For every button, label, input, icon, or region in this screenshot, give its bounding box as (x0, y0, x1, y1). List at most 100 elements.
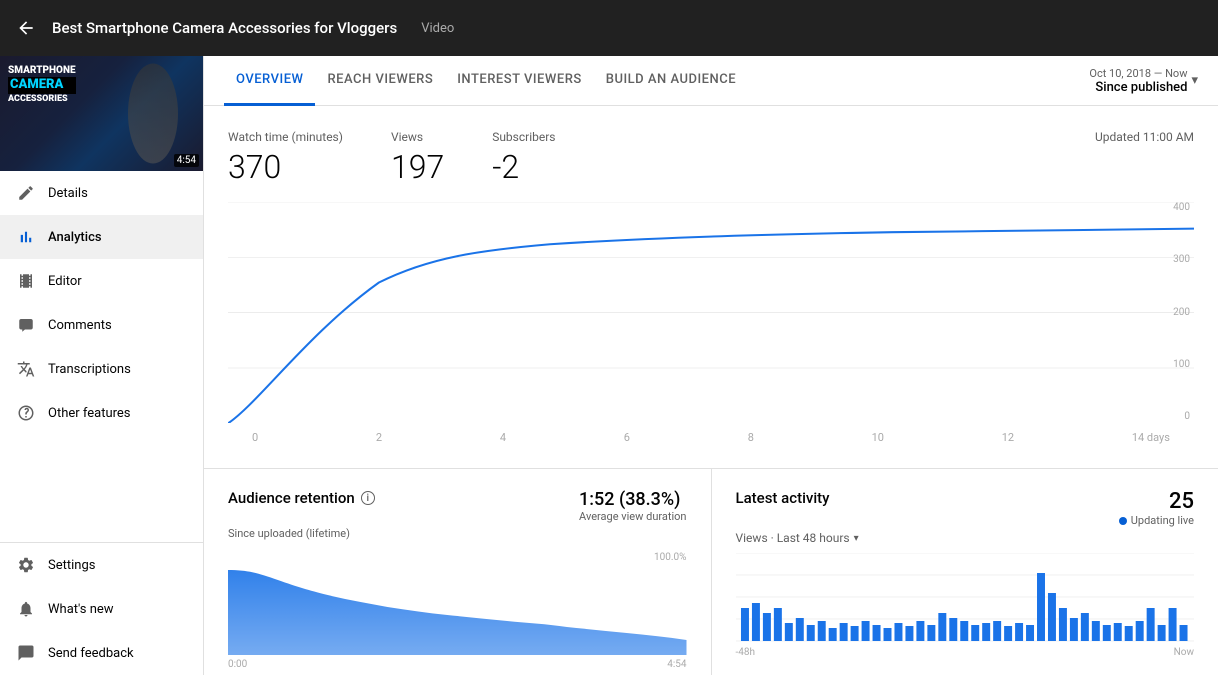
x-label-10: 10 (872, 431, 884, 444)
ret-x-start: 0:00 (228, 659, 247, 670)
audience-retention-panel: Audience retention i 1:52 (38.3%) Averag… (204, 469, 712, 675)
retention-sub: Since uploaded (lifetime) (228, 527, 687, 540)
subscribers-value: -2 (492, 148, 555, 186)
sidebar-bottom: Settings What's new Send feedback (0, 542, 203, 675)
date-range-selector[interactable]: Oct 10, 2018 — Now Since published ▾ (1089, 67, 1198, 95)
ret-y-100: 100.0% (654, 552, 686, 563)
feedback-icon (16, 643, 36, 663)
act-x-end: Now (1174, 647, 1194, 658)
retention-panel-header: Audience retention i 1:52 (38.3%) Averag… (228, 489, 687, 523)
tabs-bar: OVERVIEW REACH VIEWERS INTEREST VIEWERS … (204, 56, 1218, 106)
retention-chart-container: 100.0% (228, 552, 687, 670)
y-label-100: 100 (1173, 359, 1190, 370)
tab-interest-viewers[interactable]: INTEREST VIEWERS (445, 56, 594, 106)
pencil-icon (16, 183, 36, 203)
x-label-14: 14 days (1132, 431, 1170, 444)
main-chart-area: 400 300 200 100 0 0 2 4 6 8 10 12 14 day… (204, 202, 1218, 468)
translate-icon (16, 359, 36, 379)
sidebar-item-other-features[interactable]: Other features (0, 391, 203, 435)
thumbnail-line2: CAMERA (8, 77, 76, 94)
bottom-panels: Audience retention i 1:52 (38.3%) Averag… (204, 468, 1218, 675)
x-label-4: 4 (500, 431, 506, 444)
x-label-12: 12 (1002, 431, 1014, 444)
activity-x-labels: -48h Now (736, 647, 1195, 658)
main-area: SMARTPHONE CAMERA ACCESSORIES 4:54 Detai… (0, 56, 1218, 675)
page-title: Best Smartphone Camera Accessories for V… (52, 19, 397, 37)
date-range-text: Oct 10, 2018 — Now (1089, 67, 1187, 80)
updated-label: Updated 11:00 AM (1095, 130, 1194, 144)
topbar: Best Smartphone Camera Accessories for V… (0, 0, 1218, 56)
retention-title: Audience retention i (228, 489, 375, 507)
sidebar-label-analytics: Analytics (48, 230, 102, 245)
app-container: Best Smartphone Camera Accessories for V… (0, 0, 1218, 675)
tab-overview[interactable]: OVERVIEW (224, 56, 315, 106)
sidebar-item-settings[interactable]: Settings (0, 543, 203, 587)
video-badge: Video (421, 21, 454, 36)
content-area: OVERVIEW REACH VIEWERS INTEREST VIEWERS … (204, 56, 1218, 675)
sidebar-item-whats-new[interactable]: What's new (0, 587, 203, 631)
retention-chart-svg (228, 565, 687, 655)
thumbnail-bg: SMARTPHONE CAMERA ACCESSORIES (0, 56, 203, 171)
bar-chart-icon (16, 227, 36, 247)
retention-x-labels: 0:00 4:54 (228, 659, 687, 670)
features-icon (16, 403, 36, 423)
views-filter[interactable]: Views · Last 48 hours ▾ (736, 531, 1195, 545)
sidebar-label-comments: Comments (48, 318, 112, 333)
retention-y-labels: 100.0% (228, 552, 687, 563)
chevron-down-icon: ▾ (1191, 73, 1198, 88)
thumbnail-line3: ACCESSORIES (8, 94, 76, 106)
sidebar-label-transcriptions: Transcriptions (48, 362, 131, 377)
tab-build-audience[interactable]: BUILD AN AUDIENCE (594, 56, 748, 106)
views-value: 197 (391, 148, 444, 186)
main-line-chart (228, 202, 1194, 423)
act-x-start: -48h (736, 647, 756, 658)
ret-x-end: 4:54 (667, 659, 686, 670)
y-label-300: 300 (1173, 254, 1190, 265)
x-label-0: 0 (252, 431, 258, 444)
activity-count: 25 (1169, 489, 1194, 514)
sidebar-item-editor[interactable]: Editor (0, 259, 203, 303)
activity-chart-container: -48h Now (736, 553, 1195, 658)
live-dot (1119, 517, 1127, 525)
stats-row: Watch time (minutes) 370 Views 197 Subsc… (204, 106, 1218, 202)
subscribers-stat: Subscribers -2 (492, 130, 555, 186)
sidebar-item-analytics[interactable]: Analytics (0, 215, 203, 259)
views-stat: Views 197 (391, 130, 444, 186)
sidebar-label-send-feedback: Send feedback (48, 646, 134, 661)
latest-activity-panel: Latest activity 25 Updating live Views ·… (712, 469, 1218, 675)
video-thumbnail: SMARTPHONE CAMERA ACCESSORIES 4:54 (0, 56, 203, 171)
y-label-0: 0 (1173, 411, 1190, 422)
y-label-200: 200 (1173, 307, 1190, 318)
thumbnail-text: SMARTPHONE CAMERA ACCESSORIES (8, 64, 76, 106)
sidebar-item-transcriptions[interactable]: Transcriptions (0, 347, 203, 391)
activity-title: Latest activity (736, 489, 830, 507)
y-label-400: 400 (1173, 202, 1190, 213)
date-range-label: Since published (1089, 80, 1187, 95)
back-button[interactable] (16, 18, 36, 38)
sidebar-label-settings: Settings (48, 558, 95, 573)
film-icon (16, 271, 36, 291)
watch-time-value: 370 (228, 148, 343, 186)
sidebar-label-details: Details (48, 186, 88, 201)
sidebar: SMARTPHONE CAMERA ACCESSORIES 4:54 Detai… (0, 56, 204, 675)
subscribers-label: Subscribers (492, 130, 555, 144)
duration-badge: 4:54 (174, 154, 199, 167)
watch-time-stat: Watch time (minutes) 370 (228, 130, 343, 186)
sidebar-item-comments[interactable]: Comments (0, 303, 203, 347)
activity-panel-header: Latest activity 25 Updating live (736, 489, 1195, 527)
retention-info-icon[interactable]: i (361, 491, 375, 505)
activity-header-right: 25 Updating live (1119, 489, 1194, 527)
sidebar-item-details[interactable]: Details (0, 171, 203, 215)
filter-chevron-icon: ▾ (854, 533, 859, 544)
x-axis-labels: 0 2 4 6 8 10 12 14 days (228, 427, 1194, 444)
sidebar-label-editor: Editor (48, 274, 82, 289)
thumbnail-line1: SMARTPHONE (8, 64, 76, 77)
activity-chart-svg (736, 553, 1195, 643)
sidebar-item-send-feedback[interactable]: Send feedback (0, 631, 203, 675)
main-chart-container: 400 300 200 100 0 (228, 202, 1194, 427)
bell-icon (16, 599, 36, 619)
watch-time-label: Watch time (minutes) (228, 130, 343, 144)
tab-reach-viewers[interactable]: REACH VIEWERS (315, 56, 445, 106)
sidebar-label-whats-new: What's new (48, 602, 114, 617)
views-label: Views (391, 130, 444, 144)
